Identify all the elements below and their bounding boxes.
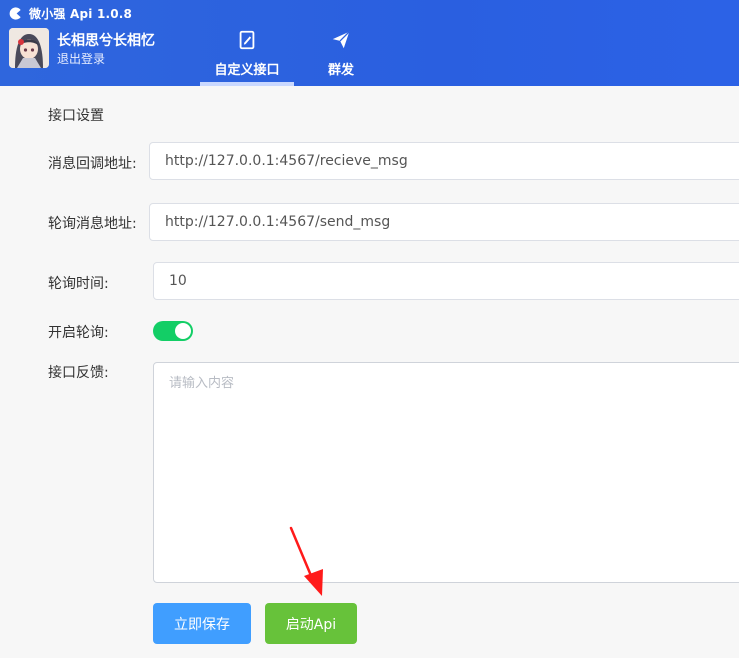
poll-enable-label: 开启轮询: xyxy=(48,325,109,341)
callback-address-input[interactable] xyxy=(149,142,739,180)
callback-address-label: 消息回调地址: xyxy=(48,156,137,172)
poll-enable-switch[interactable] xyxy=(153,321,193,341)
avatar-image xyxy=(9,28,49,68)
paper-plane-icon xyxy=(332,31,350,49)
tab-label: 群发 xyxy=(327,63,354,78)
active-tab-indicator xyxy=(200,82,294,86)
feedback-textarea[interactable] xyxy=(153,362,739,583)
tab-group-send[interactable]: 群发 xyxy=(314,26,368,86)
tab-label: 自定义接口 xyxy=(214,63,280,78)
user-name: 长相思兮长相忆 xyxy=(57,33,155,49)
section-title: 接口设置 xyxy=(48,108,104,124)
poll-interval-input[interactable] xyxy=(153,262,739,300)
feedback-label: 接口反馈: xyxy=(48,365,109,381)
logout-link[interactable]: 退出登录 xyxy=(57,50,105,67)
start-api-button[interactable]: 启动Api xyxy=(265,603,357,644)
avatar[interactable] xyxy=(9,28,49,68)
app-title: 微小强 Api 1.0.8 xyxy=(29,6,133,21)
poll-interval-label: 轮询时间: xyxy=(48,276,109,292)
title-bar: 微小强 Api 1.0.8 xyxy=(8,4,132,22)
app-header: 微小强 Api 1.0.8 长相思兮长相忆 退出登录 自定义接口 群发 xyxy=(0,0,739,86)
poll-address-label: 轮询消息地址: xyxy=(48,216,137,232)
poll-address-input[interactable] xyxy=(149,203,739,241)
notebook-pen-icon xyxy=(239,30,255,50)
app-logo-icon xyxy=(9,6,21,20)
save-button[interactable]: 立即保存 xyxy=(153,603,251,644)
tab-custom-interface[interactable]: 自定义接口 xyxy=(200,26,294,86)
switch-knob xyxy=(175,323,191,339)
